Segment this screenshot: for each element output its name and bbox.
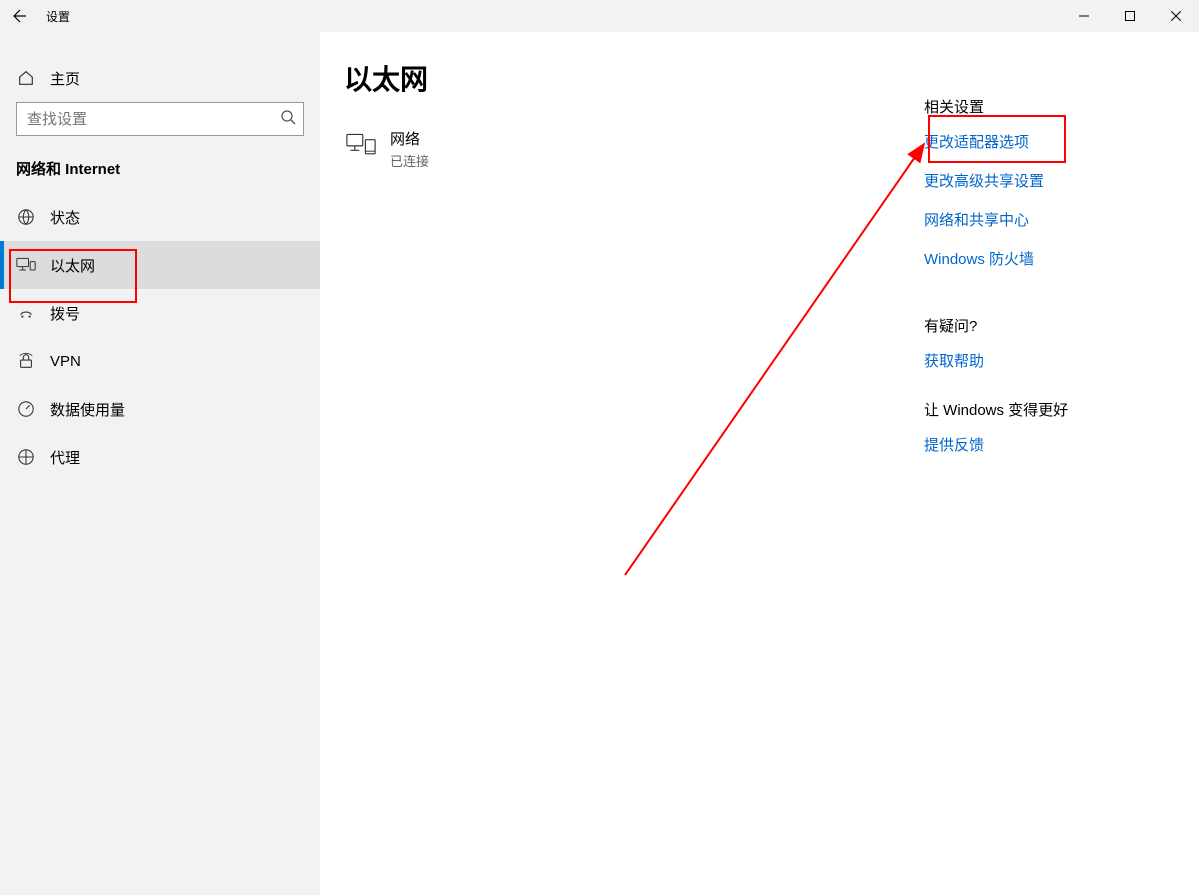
dialup-icon bbox=[16, 303, 36, 323]
link-network-sharing-center[interactable]: 网络和共享中心 bbox=[924, 209, 1184, 230]
proxy-icon bbox=[16, 447, 36, 467]
right-panel: 相关设置 更改适配器选项 更改高级共享设置 网络和共享中心 Windows 防火… bbox=[924, 58, 1184, 895]
page-title: 以太网 bbox=[344, 58, 924, 98]
sidebar-item-dialup[interactable]: 拨号 bbox=[0, 289, 320, 337]
sidebar-item-label: 以太网 bbox=[36, 255, 95, 276]
globe-icon bbox=[16, 207, 36, 227]
close-icon bbox=[1171, 11, 1181, 21]
minimize-icon bbox=[1079, 11, 1089, 21]
search-box[interactable] bbox=[16, 102, 304, 136]
network-status: 已连接 bbox=[390, 151, 429, 170]
network-entry[interactable]: 网络 已连接 bbox=[344, 124, 924, 174]
sidebar-item-label: 代理 bbox=[36, 447, 80, 468]
sidebar-category-heading: 网络和 Internet bbox=[0, 144, 320, 193]
sidebar-home-label: 主页 bbox=[36, 68, 80, 89]
network-name: 网络 bbox=[390, 128, 429, 149]
maximize-icon bbox=[1125, 11, 1135, 21]
search-icon bbox=[280, 109, 296, 129]
sidebar-item-label: 状态 bbox=[36, 207, 80, 228]
sidebar-item-vpn[interactable]: VPN bbox=[0, 337, 320, 385]
window-title: 设置 bbox=[40, 8, 70, 25]
titlebar: 设置 bbox=[0, 0, 1199, 32]
sidebar-item-data-usage[interactable]: 数据使用量 bbox=[0, 385, 320, 433]
back-arrow-icon bbox=[12, 8, 28, 24]
link-change-adapter-options[interactable]: 更改适配器选项 bbox=[924, 131, 1184, 152]
meter-icon bbox=[16, 399, 36, 419]
link-change-advanced-sharing[interactable]: 更改高级共享设置 bbox=[924, 170, 1184, 191]
minimize-button[interactable] bbox=[1061, 0, 1107, 32]
sidebar-item-ethernet[interactable]: 以太网 bbox=[0, 241, 320, 289]
improve-heading: 让 Windows 变得更好 bbox=[924, 399, 1184, 420]
maximize-button[interactable] bbox=[1107, 0, 1153, 32]
search-input[interactable] bbox=[16, 102, 304, 136]
content-area: 以太网 网络 已连接 相关设置 更改适配器选项 更改高级共享设置 网络和共享中心… bbox=[320, 32, 1199, 895]
sidebar-item-label: VPN bbox=[36, 353, 81, 370]
back-button[interactable] bbox=[0, 0, 40, 32]
network-monitor-icon bbox=[344, 128, 378, 162]
close-button[interactable] bbox=[1153, 0, 1199, 32]
sidebar-item-label: 拨号 bbox=[36, 303, 80, 324]
home-icon bbox=[16, 68, 36, 88]
sidebar-home[interactable]: 主页 bbox=[0, 54, 320, 102]
ethernet-icon bbox=[16, 255, 36, 275]
sidebar-item-label: 数据使用量 bbox=[36, 399, 125, 420]
vpn-icon bbox=[16, 351, 36, 371]
link-windows-firewall[interactable]: Windows 防火墙 bbox=[924, 248, 1184, 269]
link-get-help[interactable]: 获取帮助 bbox=[924, 350, 1184, 371]
question-heading: 有疑问? bbox=[924, 315, 1184, 336]
sidebar-item-proxy[interactable]: 代理 bbox=[0, 433, 320, 481]
sidebar: 主页 网络和 Internet 状态 以太网 bbox=[0, 32, 320, 895]
sidebar-item-status[interactable]: 状态 bbox=[0, 193, 320, 241]
link-provide-feedback[interactable]: 提供反馈 bbox=[924, 434, 1184, 455]
related-settings-heading: 相关设置 bbox=[924, 96, 1184, 117]
